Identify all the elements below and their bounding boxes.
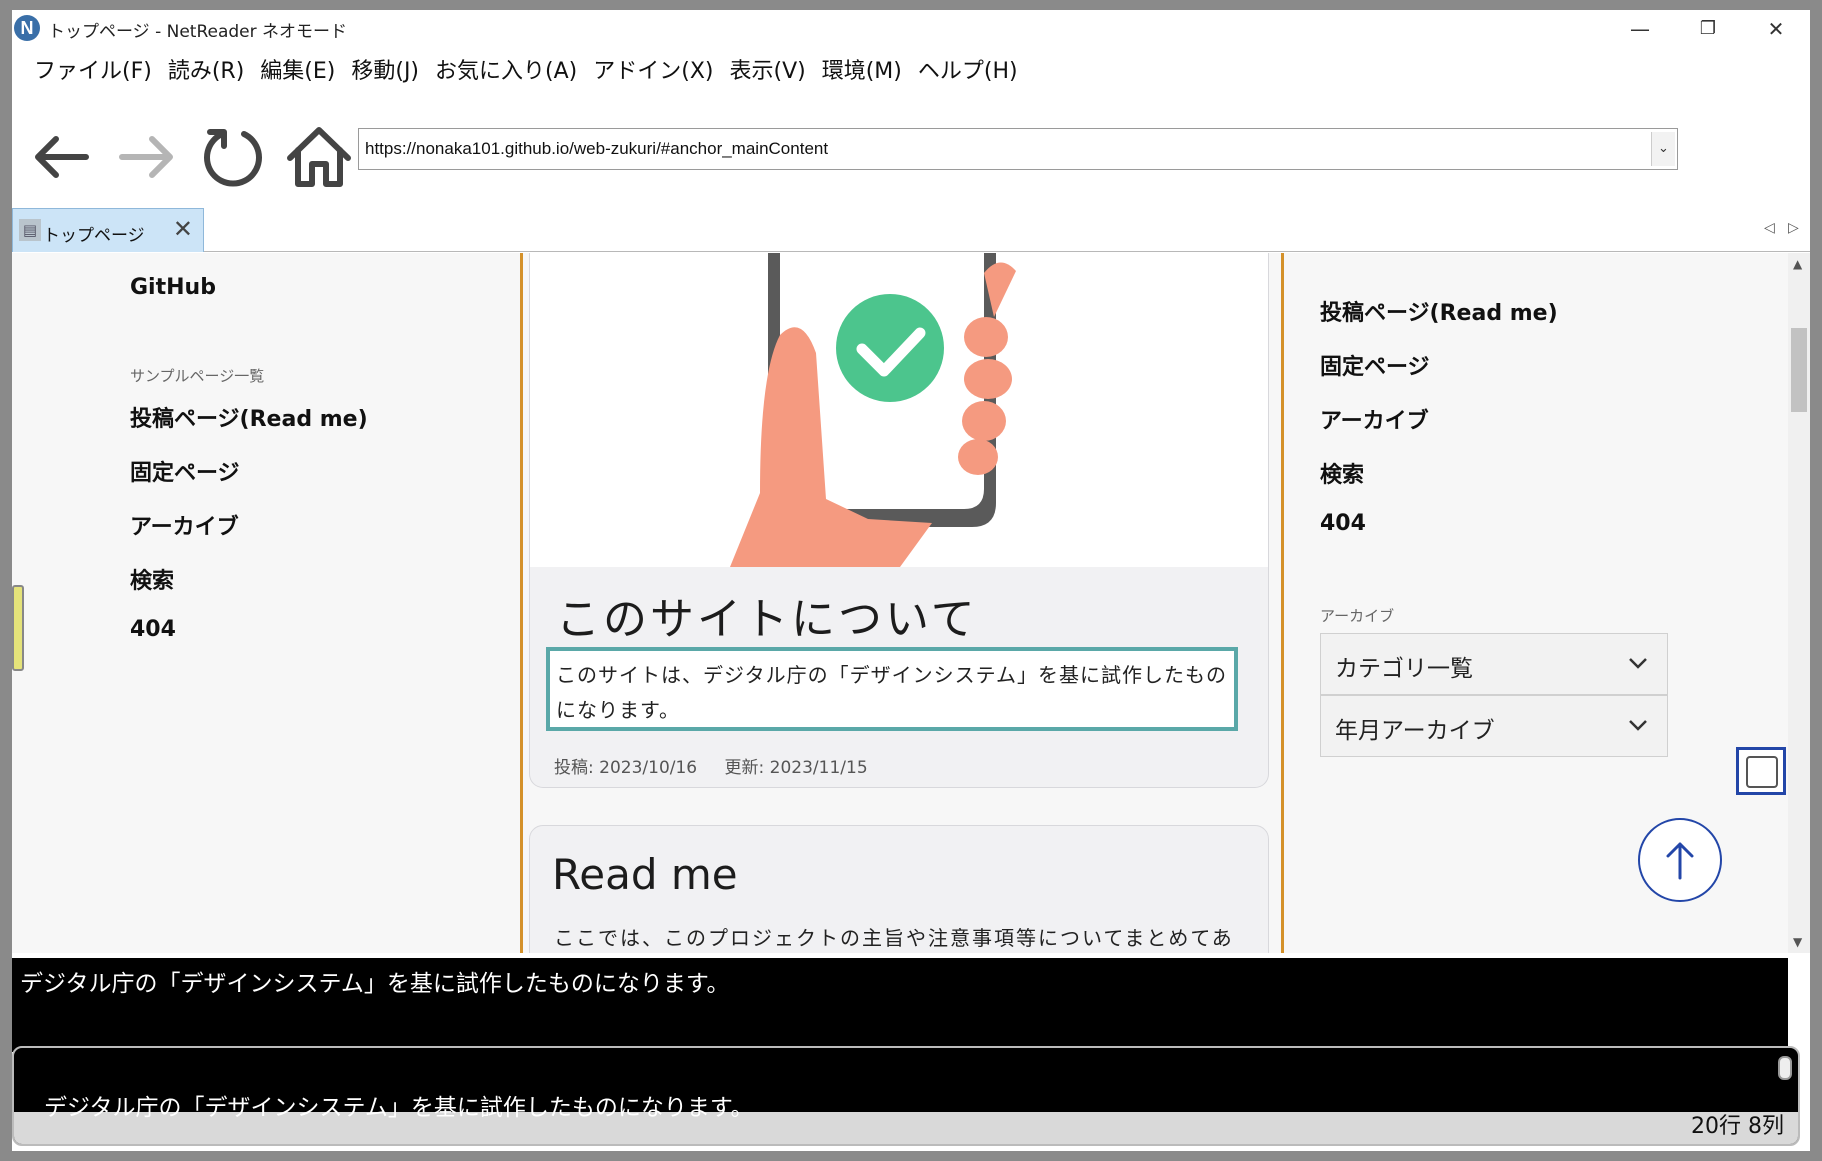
menu-bar: ファイル(F) 読み(R) 編集(E) 移動(J) お気に入り(A) アドイン(… bbox=[26, 54, 1026, 90]
menu-read[interactable]: 読み(R) bbox=[160, 54, 252, 90]
github-link[interactable]: GitHub bbox=[130, 275, 216, 300]
category-list-accordion[interactable]: カテゴリ一覧 bbox=[1320, 633, 1668, 695]
right-link-search[interactable]: 検索 bbox=[1320, 457, 1364, 489]
home-icon bbox=[287, 127, 351, 187]
url-text: https://nonaka101.github.io/web-zukuri/#… bbox=[365, 139, 829, 158]
forward-button[interactable] bbox=[110, 120, 184, 194]
back-button[interactable] bbox=[24, 120, 98, 194]
menu-file[interactable]: ファイル(F) bbox=[26, 54, 160, 90]
speech-line: デジタル庁の「デザインシステム」を基に試作したものになります。 bbox=[20, 971, 730, 997]
scroll-up-icon[interactable]: ▲ bbox=[1793, 257, 1802, 271]
menu-help[interactable]: ヘルプ(H) bbox=[910, 54, 1026, 90]
right-link-archive[interactable]: アーカイブ bbox=[1320, 403, 1429, 435]
checkbox[interactable] bbox=[1736, 747, 1786, 795]
menu-view[interactable]: 表示(V) bbox=[721, 54, 813, 90]
app-window: N トップページ - NetReader ネオモード — ❐ ✕ ファイル(F)… bbox=[12, 10, 1810, 1151]
about-description-box: このサイトは、デジタル庁の「デザインシステム」を基に試作したものになります。 bbox=[546, 647, 1238, 731]
right-link-readme[interactable]: 投稿ページ(Read me) bbox=[1320, 295, 1558, 327]
about-description: このサイトは、デジタル庁の「デザインシステム」を基に試作したものになります。 bbox=[556, 663, 1227, 722]
left-link-fixed-page[interactable]: 固定ページ bbox=[130, 455, 240, 487]
checkbox-box bbox=[1746, 756, 1778, 788]
home-button[interactable] bbox=[282, 120, 356, 194]
scroll-down-icon[interactable]: ▼ bbox=[1793, 935, 1802, 949]
phone-check-illustration bbox=[530, 253, 1268, 567]
readme-card[interactable]: Read me ここでは、このプロジェクトの主旨や注意事項等についてまとめてあ bbox=[529, 825, 1269, 953]
left-link-readme[interactable]: 投稿ページ(Read me) bbox=[130, 401, 368, 433]
close-button[interactable]: ✕ bbox=[1744, 10, 1808, 48]
arrow-left-icon bbox=[35, 136, 89, 178]
menu-move[interactable]: 移動(J) bbox=[343, 54, 427, 90]
reading-line: デジタル庁の「デザインシステム」を基に試作したものになります。 bbox=[44, 1095, 754, 1121]
tab-top-page[interactable]: ▤ トップページ ✕ bbox=[12, 208, 204, 252]
tab-scroll-right-icon[interactable]: ▷ bbox=[1788, 220, 1799, 236]
page-icon: ▤ bbox=[19, 219, 41, 241]
accordion-label: 年月アーカイブ bbox=[1335, 718, 1495, 744]
right-link-fixed-page[interactable]: 固定ページ bbox=[1320, 349, 1430, 381]
left-link-archive[interactable]: アーカイブ bbox=[130, 509, 239, 541]
updated-date: 更新: 2023/11/15 bbox=[724, 758, 868, 778]
menu-addins[interactable]: アドイン(X) bbox=[585, 54, 721, 90]
tab-label: トップページ bbox=[43, 226, 145, 246]
readme-title: Read me bbox=[552, 850, 738, 899]
menu-settings[interactable]: 環境(M) bbox=[814, 54, 910, 90]
menu-edit[interactable]: 編集(E) bbox=[252, 54, 343, 90]
tab-scroll-left-icon[interactable]: ◁ bbox=[1764, 220, 1775, 236]
arrow-up-icon bbox=[1666, 842, 1694, 880]
about-card[interactable]: このサイトについて このサイトは、デジタル庁の「デザインシステム」を基に試作した… bbox=[529, 253, 1269, 788]
web-content: GitHub サンプルページ一覧 投稿ページ(Read me) 固定ページ アー… bbox=[12, 253, 1788, 953]
arrow-right-icon bbox=[119, 136, 173, 178]
chevron-down-icon bbox=[1629, 720, 1647, 731]
window-title: トップページ - NetReader ネオモード bbox=[48, 22, 348, 42]
posted-date: 投稿: 2023/10/16 bbox=[554, 758, 698, 778]
sample-pages-caption: サンプルページ一覧 bbox=[130, 367, 265, 385]
title-bar: N トップページ - NetReader ネオモード — ❐ ✕ bbox=[12, 10, 1810, 48]
main-column: このサイトについて このサイトは、デジタル庁の「デザインシステム」を基に試作した… bbox=[520, 253, 1284, 953]
url-dropdown-button[interactable]: ⌄ bbox=[1651, 132, 1675, 166]
post-meta: 投稿: 2023/10/16 更新: 2023/11/15 bbox=[554, 753, 890, 778]
reload-button[interactable] bbox=[196, 120, 270, 194]
tab-close-icon[interactable]: ✕ bbox=[173, 217, 193, 241]
netreader-logo-icon: N bbox=[14, 15, 40, 41]
readme-excerpt: ここでは、このプロジェクトの主旨や注意事項等についてまとめてあ bbox=[554, 926, 1234, 950]
about-title: このサイトについて bbox=[556, 594, 978, 645]
mouse-icon bbox=[1778, 1056, 1792, 1080]
scroll-thumb[interactable] bbox=[1791, 328, 1807, 412]
tab-strip: ▤ トップページ ✕ ◁ ▷ bbox=[12, 208, 1810, 252]
reload-icon bbox=[204, 129, 262, 187]
left-link-404[interactable]: 404 bbox=[130, 617, 176, 642]
minimize-button[interactable]: — bbox=[1608, 10, 1672, 48]
address-bar[interactable]: https://nonaka101.github.io/web-zukuri/#… bbox=[358, 128, 1678, 170]
right-link-404[interactable]: 404 bbox=[1320, 511, 1366, 536]
reading-text-panel[interactable]: デジタル庁の「デザインシステム」を基に試作したものになります。 20行 8列 bbox=[12, 1046, 1800, 1146]
cursor-position: 20行 8列 bbox=[1691, 1114, 1784, 1139]
chevron-down-icon bbox=[1629, 658, 1647, 669]
back-to-top-button[interactable] bbox=[1638, 818, 1722, 902]
menu-favorites[interactable]: お気に入り(A) bbox=[427, 54, 585, 90]
accordion-label: カテゴリ一覧 bbox=[1335, 656, 1473, 682]
vertical-scrollbar[interactable]: ▲ ▼ bbox=[1788, 253, 1810, 953]
speech-output-panel: デジタル庁の「デザインシステム」を基に試作したものになります。 bbox=[12, 958, 1788, 1052]
left-link-search[interactable]: 検索 bbox=[130, 563, 174, 595]
maximize-button[interactable]: ❐ bbox=[1676, 10, 1740, 48]
archive-caption: アーカイブ bbox=[1320, 607, 1395, 625]
monthly-archive-accordion[interactable]: 年月アーカイブ bbox=[1320, 695, 1668, 757]
focus-indicator bbox=[12, 585, 24, 671]
